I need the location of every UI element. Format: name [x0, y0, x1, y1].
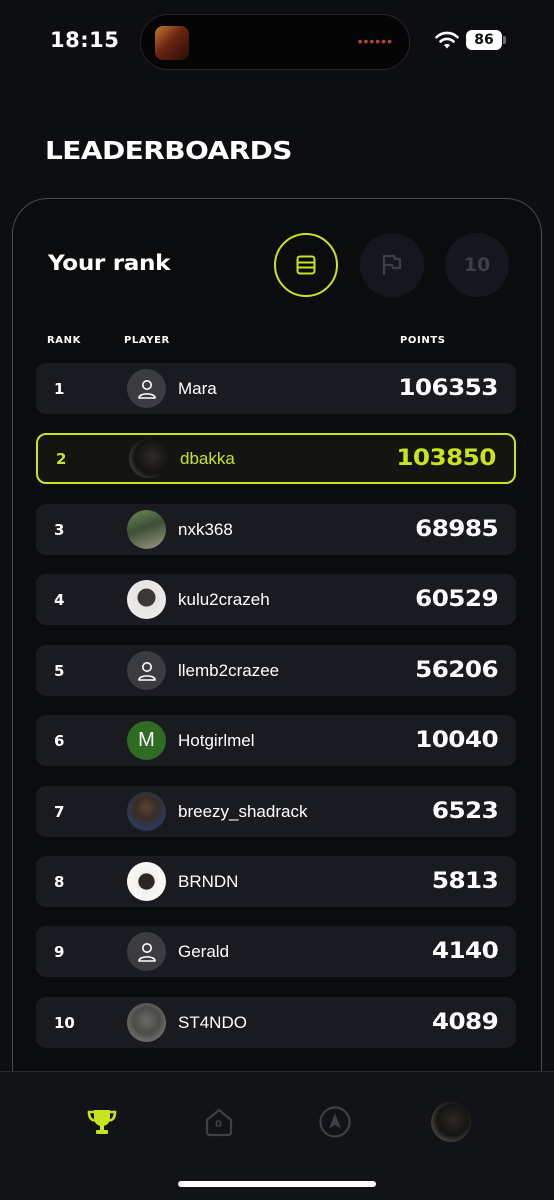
nav-explore[interactable]: [315, 1102, 355, 1142]
filter-top10-label: 10: [463, 254, 491, 276]
page-title: LEADERBOARDS: [45, 136, 292, 165]
row-rank: 5: [54, 661, 65, 680]
row-rank: 6: [54, 731, 65, 750]
row-player-name: Hotgirlmel: [178, 730, 255, 750]
row-points: 68985: [415, 517, 498, 542]
row-rank: 4: [54, 590, 65, 609]
filter-top10-button[interactable]: 10: [445, 233, 509, 297]
default-avatar-icon: [127, 932, 166, 971]
row-rank: 10: [54, 1013, 75, 1032]
row-points: 4089: [431, 1010, 499, 1035]
default-avatar-icon: [127, 651, 166, 690]
leaderboard-row-current-user[interactable]: 2 dbakka 103850: [36, 433, 516, 484]
row-rank: 7: [54, 802, 65, 821]
filter-flag-button[interactable]: [360, 233, 424, 297]
activity-dots: ••••••: [357, 33, 393, 49]
leaderboard-row[interactable]: 4 kulu2crazeh 60529: [36, 574, 516, 625]
player-avatar: [129, 439, 168, 478]
nav-home[interactable]: 0: [199, 1102, 239, 1142]
navigation-icon: [319, 1106, 351, 1138]
row-points: 60529: [415, 587, 498, 612]
profile-avatar: [431, 1102, 471, 1142]
row-player-name: breezy_shadrack: [178, 801, 308, 821]
column-header-rank: RANK: [47, 335, 81, 346]
leaderboard-row[interactable]: 10 ST4NDO 4089: [36, 997, 516, 1048]
row-points: 106353: [398, 376, 498, 401]
list-icon: [296, 255, 316, 275]
dynamic-island[interactable]: ••••••: [140, 14, 410, 70]
leaderboard-row[interactable]: 1 Mara 106353: [36, 363, 516, 414]
leaderboard-row[interactable]: 6 M Hotgirlmel 10040: [36, 715, 516, 766]
default-avatar-icon: [127, 369, 166, 408]
wifi-icon: [435, 31, 459, 49]
player-avatar: [127, 580, 166, 619]
row-points: 4140: [431, 939, 499, 964]
status-time: 18:15: [50, 28, 120, 52]
player-avatar: [127, 792, 166, 831]
row-points: 5813: [431, 869, 499, 894]
leaderboard-row[interactable]: 7 breezy_shadrack 6523: [36, 786, 516, 837]
row-player-name: ST4NDO: [178, 1012, 247, 1032]
home-indicator[interactable]: [178, 1181, 376, 1187]
status-bar: 18:15 •••••• 86: [0, 0, 554, 80]
nav-leaderboard[interactable]: [82, 1102, 122, 1142]
column-header-points: POINTS: [400, 335, 446, 346]
row-points: 10040: [415, 728, 498, 753]
row-points: 6523: [431, 799, 499, 824]
flag-icon: [382, 254, 402, 275]
your-rank-heading: Your rank: [48, 251, 171, 275]
player-avatar: [127, 862, 166, 901]
leaderboard-card: Your rank 10 RANK PLAYER POINTS 1 Mara 1…: [12, 198, 542, 1098]
row-player-name: kulu2crazeh: [178, 589, 270, 609]
now-playing-thumbnail: [155, 26, 189, 60]
row-player-name: Gerald: [178, 941, 230, 961]
row-player-name: llemb2crazee: [178, 660, 280, 680]
row-rank: 3: [54, 520, 65, 539]
leaderboard-row[interactable]: 5 llemb2crazee 56206: [36, 645, 516, 696]
row-player-name: BRNDN: [178, 871, 239, 891]
filter-list-button[interactable]: [274, 233, 338, 297]
row-rank: 9: [54, 942, 65, 961]
row-points: 56206: [415, 658, 498, 683]
battery-indicator: 86: [466, 30, 502, 50]
row-player-name: nxk368: [178, 519, 233, 539]
column-header-player: PLAYER: [124, 335, 170, 346]
trophy-icon: [87, 1110, 117, 1134]
row-rank: 1: [54, 379, 65, 398]
player-avatar: [127, 1003, 166, 1042]
player-avatar: [127, 510, 166, 549]
leaderboard-row[interactable]: 3 nxk368 68985: [36, 504, 516, 555]
home-badge-count: 0: [215, 1119, 222, 1130]
row-player-name: Mara: [178, 378, 217, 398]
row-points: 103850: [396, 446, 496, 471]
leaderboard-row[interactable]: 8 BRNDN 5813: [36, 856, 516, 907]
letter-avatar: M: [127, 721, 166, 760]
row-rank: 8: [54, 872, 65, 891]
row-rank: 2: [56, 449, 67, 468]
nav-profile[interactable]: [431, 1102, 471, 1142]
row-player-name: dbakka: [180, 448, 235, 468]
leaderboard-row[interactable]: 9 Gerald 4140: [36, 926, 516, 977]
battery-tip: [503, 36, 506, 44]
